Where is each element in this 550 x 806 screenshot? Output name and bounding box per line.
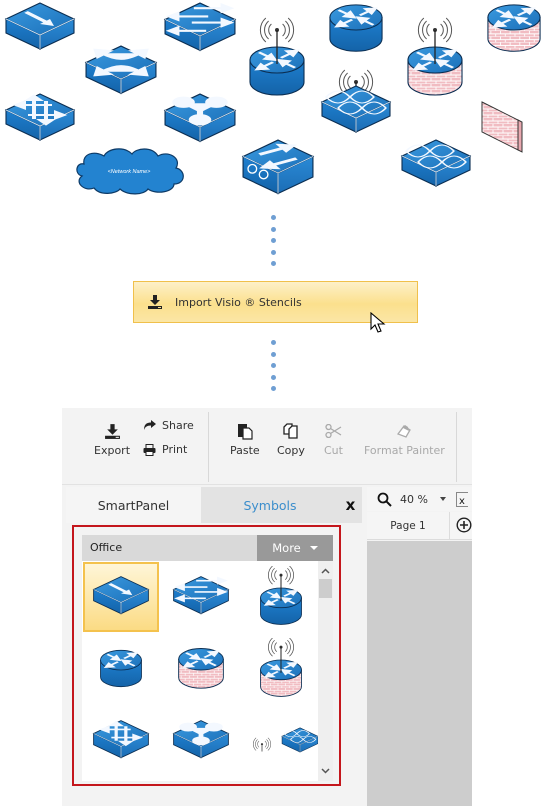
more-dropdown-button[interactable]: More	[257, 535, 333, 561]
symbol-item[interactable]	[163, 634, 239, 704]
format-painter-icon	[396, 421, 412, 441]
tab-smartpanel[interactable]: SmartPanel	[66, 487, 201, 523]
scroll-thumb[interactable]	[319, 579, 332, 598]
sdh-adm-shape	[241, 138, 315, 200]
symbol-scrollbar[interactable]	[318, 561, 333, 781]
wireless-firewall-router-shape	[406, 17, 464, 100]
print-icon	[143, 443, 157, 456]
fit-page-icon[interactable]: x	[455, 491, 468, 507]
format-painter-button[interactable]: Format Painter	[364, 421, 445, 457]
close-panel-button[interactable]: x	[339, 487, 362, 523]
cloud-label: <Network Name>	[108, 169, 152, 175]
network-hub-shape	[163, 92, 237, 148]
zoom-dropdown-icon[interactable]	[439, 497, 446, 501]
layer3-switch-shape	[4, 92, 76, 146]
import-icon	[147, 294, 163, 310]
zoom-control[interactable]: 40 % x	[367, 487, 472, 511]
switch-shape	[4, 1, 76, 55]
library-header[interactable]: Office More	[82, 535, 333, 561]
scroll-down-button[interactable]	[318, 764, 333, 778]
share-icon	[143, 420, 157, 431]
symbol-item[interactable]	[83, 706, 159, 776]
more-label: More	[272, 541, 301, 555]
canvas-column: 40 % x Page 1	[367, 487, 472, 806]
firewall-shape	[478, 100, 526, 153]
chevron-down-icon	[309, 546, 318, 550]
share-button[interactable]: Share	[143, 419, 194, 432]
connector-dots-bottom	[271, 340, 277, 398]
mouse-cursor-icon	[370, 311, 386, 338]
symbol-item[interactable]	[163, 562, 239, 632]
connector-dots-top	[271, 215, 277, 273]
multilayer-switch-shape	[163, 1, 237, 57]
print-button[interactable]: Print	[143, 443, 187, 456]
ribbon-separator	[456, 412, 457, 482]
paste-button[interactable]: Paste	[230, 421, 260, 457]
cut-button[interactable]: Cut	[324, 421, 343, 457]
close-icon: x	[345, 496, 356, 514]
ribbon-separator	[208, 412, 209, 482]
library-title: Office	[90, 541, 123, 554]
copy-icon	[283, 421, 299, 441]
add-page-icon[interactable]	[456, 517, 472, 537]
paste-label: Paste	[230, 444, 260, 457]
wireless-router-shape	[248, 17, 306, 100]
chevron-up-icon	[321, 568, 330, 574]
export-label: Export	[94, 444, 131, 457]
scissors-icon	[325, 421, 342, 441]
app-window: Export Share Print Paste Copy Cut Format…	[62, 408, 472, 806]
network-cloud-shape: <Network Name>	[70, 144, 188, 196]
zoom-level[interactable]: 40 %	[400, 493, 428, 506]
atm-switch-shape	[84, 44, 158, 100]
page-tab-1[interactable]: Page 1	[367, 512, 450, 539]
symbol-item[interactable]	[163, 706, 239, 776]
router-shape	[328, 2, 384, 56]
cut-label: Cut	[324, 444, 343, 457]
export-button[interactable]: Export	[94, 421, 130, 457]
page-tabs: Page 1	[367, 512, 472, 540]
wireless-bridge-shape	[320, 69, 392, 138]
panel-tabs: SmartPanel Symbols x	[66, 487, 362, 523]
bridge-shape	[400, 138, 472, 192]
symbol-item[interactable]	[83, 634, 159, 704]
print-label: Print	[162, 443, 188, 456]
drawing-canvas[interactable]	[367, 541, 472, 806]
symbol-item[interactable]	[243, 706, 318, 776]
symbol-library-highlight: Office More	[72, 525, 341, 786]
ribbon: Export Share Print Paste Copy Cut Format…	[62, 408, 472, 485]
format-painter-label: Format Painter	[364, 444, 445, 457]
firewall-router-shape	[486, 2, 542, 56]
chevron-down-icon	[321, 768, 330, 774]
symbol-item[interactable]	[243, 562, 318, 632]
zoom-icon[interactable]	[377, 492, 392, 507]
copy-button[interactable]: Copy	[277, 421, 305, 457]
symbol-item[interactable]	[243, 634, 318, 704]
scroll-up-button[interactable]	[318, 564, 333, 578]
symbol-grid	[82, 561, 318, 781]
import-label: Import Visio ® Stencils	[175, 295, 302, 309]
svg-text:x: x	[459, 496, 465, 507]
share-label: Share	[162, 419, 194, 432]
export-icon	[104, 421, 121, 441]
tab-symbols[interactable]: Symbols	[201, 487, 339, 523]
copy-label: Copy	[277, 444, 305, 457]
paste-icon	[237, 421, 253, 441]
symbol-item[interactable]	[83, 562, 159, 632]
